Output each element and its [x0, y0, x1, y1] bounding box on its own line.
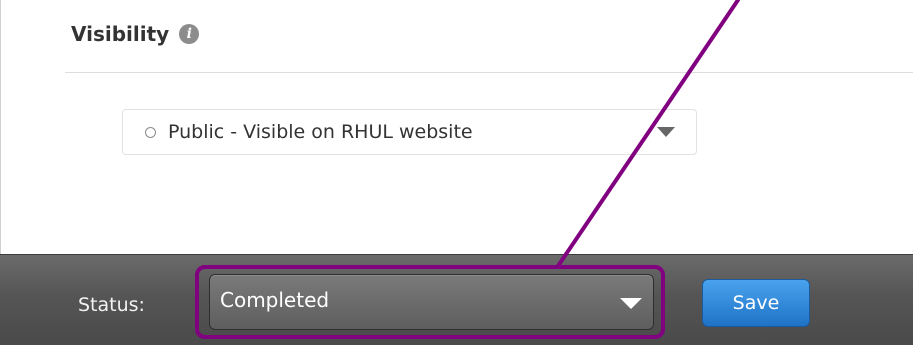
annotation-arrow — [556, 0, 740, 268]
annotation-arrow-line — [556, 0, 740, 268]
